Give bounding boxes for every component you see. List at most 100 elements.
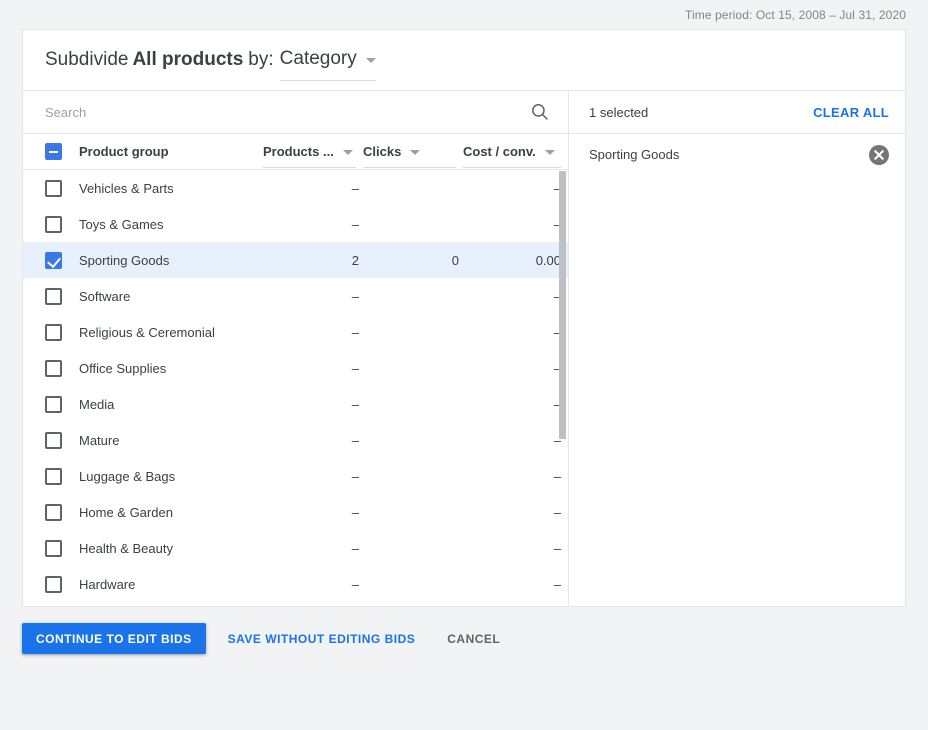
clear-all-button[interactable]: CLEAR ALL [813, 105, 889, 120]
row-checkbox[interactable] [45, 323, 62, 341]
time-period-label: Time period: Oct 15, 2008 – Jul 31, 2020 [684, 8, 906, 22]
row-products-value: – [351, 576, 359, 592]
search-input[interactable] [45, 104, 522, 120]
row-cost-per-conv-value: – [553, 180, 561, 196]
row-product-group-name: Vehicles & Parts [79, 180, 174, 196]
row-checkbox-cell [45, 323, 79, 341]
table-row[interactable]: Sporting Goods 2 0 0.00 [23, 242, 568, 278]
row-checkbox-cell [45, 575, 79, 593]
table-row[interactable]: Home & Garden – – [23, 494, 568, 530]
column-header-products[interactable]: Products ... [263, 144, 363, 168]
row-checkbox[interactable] [45, 251, 62, 269]
row-products-value: – [351, 324, 359, 340]
dialog-title-prefix: Subdivide [45, 49, 129, 70]
row-cost-per-conv-value: 0.00 [535, 252, 561, 268]
row-checkbox-cell [45, 503, 79, 521]
table-row[interactable]: Software – – [23, 278, 568, 314]
row-product-group-name: Software [79, 288, 131, 304]
row-product-group-name: Hardware [79, 576, 136, 592]
table-row[interactable]: Mature – – [23, 422, 568, 458]
row-product-group-name: Health & Beauty [79, 540, 173, 556]
subdivide-dialog: Subdivide All products by: Category Sear… [22, 29, 906, 607]
row-checkbox-cell [45, 395, 79, 413]
row-products-value: – [351, 468, 359, 484]
chevron-down-icon [365, 58, 376, 63]
column-header-clicks-label: Clicks [363, 144, 402, 159]
dropdown-underline [279, 80, 376, 81]
row-checkbox[interactable] [45, 539, 62, 557]
row-checkbox[interactable] [45, 215, 62, 233]
search-row [23, 91, 568, 134]
chevron-down-icon [342, 150, 353, 155]
row-cost-per-conv-value: – [553, 216, 561, 232]
table-header-row: Product group Products ... Clicks Cost /… [23, 134, 568, 170]
row-products-value: – [351, 180, 359, 196]
save-without-editing-bids-button[interactable]: SAVE WITHOUT EDITING BIDS [216, 623, 428, 654]
row-product-group-name: Home & Garden [79, 504, 173, 520]
subdivide-by-value: Category [279, 48, 357, 69]
column-underline [263, 167, 356, 168]
search-icon[interactable] [530, 102, 550, 122]
row-product-group-name: Sporting Goods [79, 252, 170, 268]
product-group-browser: Product group Products ... Clicks Cost /… [23, 90, 569, 606]
row-cost-per-conv-value: – [553, 432, 561, 448]
remove-selected-item-icon[interactable] [869, 144, 889, 165]
row-product-group-name: Luggage & Bags [79, 468, 176, 484]
row-checkbox-cell [45, 431, 79, 449]
row-cost-per-conv-value: – [553, 360, 561, 376]
column-underline [463, 167, 561, 168]
column-header-products-label: Products ... [263, 144, 334, 159]
row-product-group-name: Media [79, 396, 115, 412]
row-checkbox[interactable] [45, 287, 62, 305]
table-row[interactable]: Toys & Games – – [23, 206, 568, 242]
row-product-group-name: Toys & Games [79, 216, 164, 232]
selection-panel: 1 selected CLEAR ALL Sporting Goods [569, 90, 905, 606]
column-header-product-group: Product group [79, 144, 169, 159]
dialog-title-by: by: [248, 49, 274, 70]
selected-items-list: Sporting Goods [569, 134, 905, 606]
table-row[interactable]: Vehicles & Parts – – [23, 170, 568, 206]
select-all-checkbox[interactable] [45, 143, 62, 160]
chevron-down-icon [410, 150, 421, 155]
table-row[interactable]: Hardware – – [23, 566, 568, 602]
column-underline [363, 167, 456, 168]
row-checkbox-cell [45, 251, 79, 269]
row-checkbox[interactable] [45, 467, 62, 485]
cancel-button[interactable]: CANCEL [435, 623, 512, 654]
table-body: Vehicles & Parts – – Toys & Games – – Sporting… [23, 170, 568, 606]
dialog-actions: CONTINUE TO EDIT BIDS SAVE WITHOUT EDITI… [22, 623, 512, 654]
row-products-value: – [351, 396, 359, 412]
row-products-value: – [351, 504, 359, 520]
selection-panel-header: 1 selected CLEAR ALL [569, 91, 905, 134]
row-checkbox-cell [45, 467, 79, 485]
row-product-group-name: Religious & Ceremonial [79, 324, 215, 340]
row-checkbox[interactable] [45, 503, 62, 521]
row-checkbox[interactable] [45, 179, 62, 197]
row-cost-per-conv-value: – [553, 540, 561, 556]
continue-to-edit-bids-button[interactable]: CONTINUE TO EDIT BIDS [22, 623, 206, 654]
table-row[interactable]: Media – – [23, 386, 568, 422]
selected-item-label: Sporting Goods [589, 147, 680, 162]
column-header-clicks[interactable]: Clicks [363, 144, 463, 168]
row-products-value: – [351, 360, 359, 376]
table-row[interactable]: Religious & Ceremonial – – [23, 314, 568, 350]
table-scrollbar-thumb[interactable] [559, 171, 566, 439]
table-row[interactable]: Luggage & Bags – – [23, 458, 568, 494]
selected-count-label: 1 selected [589, 104, 649, 120]
select-all-checkbox-cell [45, 143, 79, 160]
row-checkbox-cell [45, 215, 79, 233]
subdivide-by-dropdown[interactable]: Category [279, 48, 376, 81]
row-checkbox[interactable] [45, 359, 62, 377]
row-checkbox[interactable] [45, 431, 62, 449]
row-cost-per-conv-value: – [553, 468, 561, 484]
row-cost-per-conv-value: – [553, 504, 561, 520]
row-cost-per-conv-value: – [553, 576, 561, 592]
row-checkbox[interactable] [45, 395, 62, 413]
row-products-value: – [351, 540, 359, 556]
table-row[interactable]: Health & Beauty – – [23, 530, 568, 566]
table-scrollbar[interactable] [558, 171, 567, 606]
table-row[interactable]: Office Supplies – – [23, 350, 568, 386]
row-products-value: 2 [351, 252, 359, 268]
row-checkbox[interactable] [45, 575, 62, 593]
column-header-cost-per-conv[interactable]: Cost / conv. [463, 144, 568, 168]
